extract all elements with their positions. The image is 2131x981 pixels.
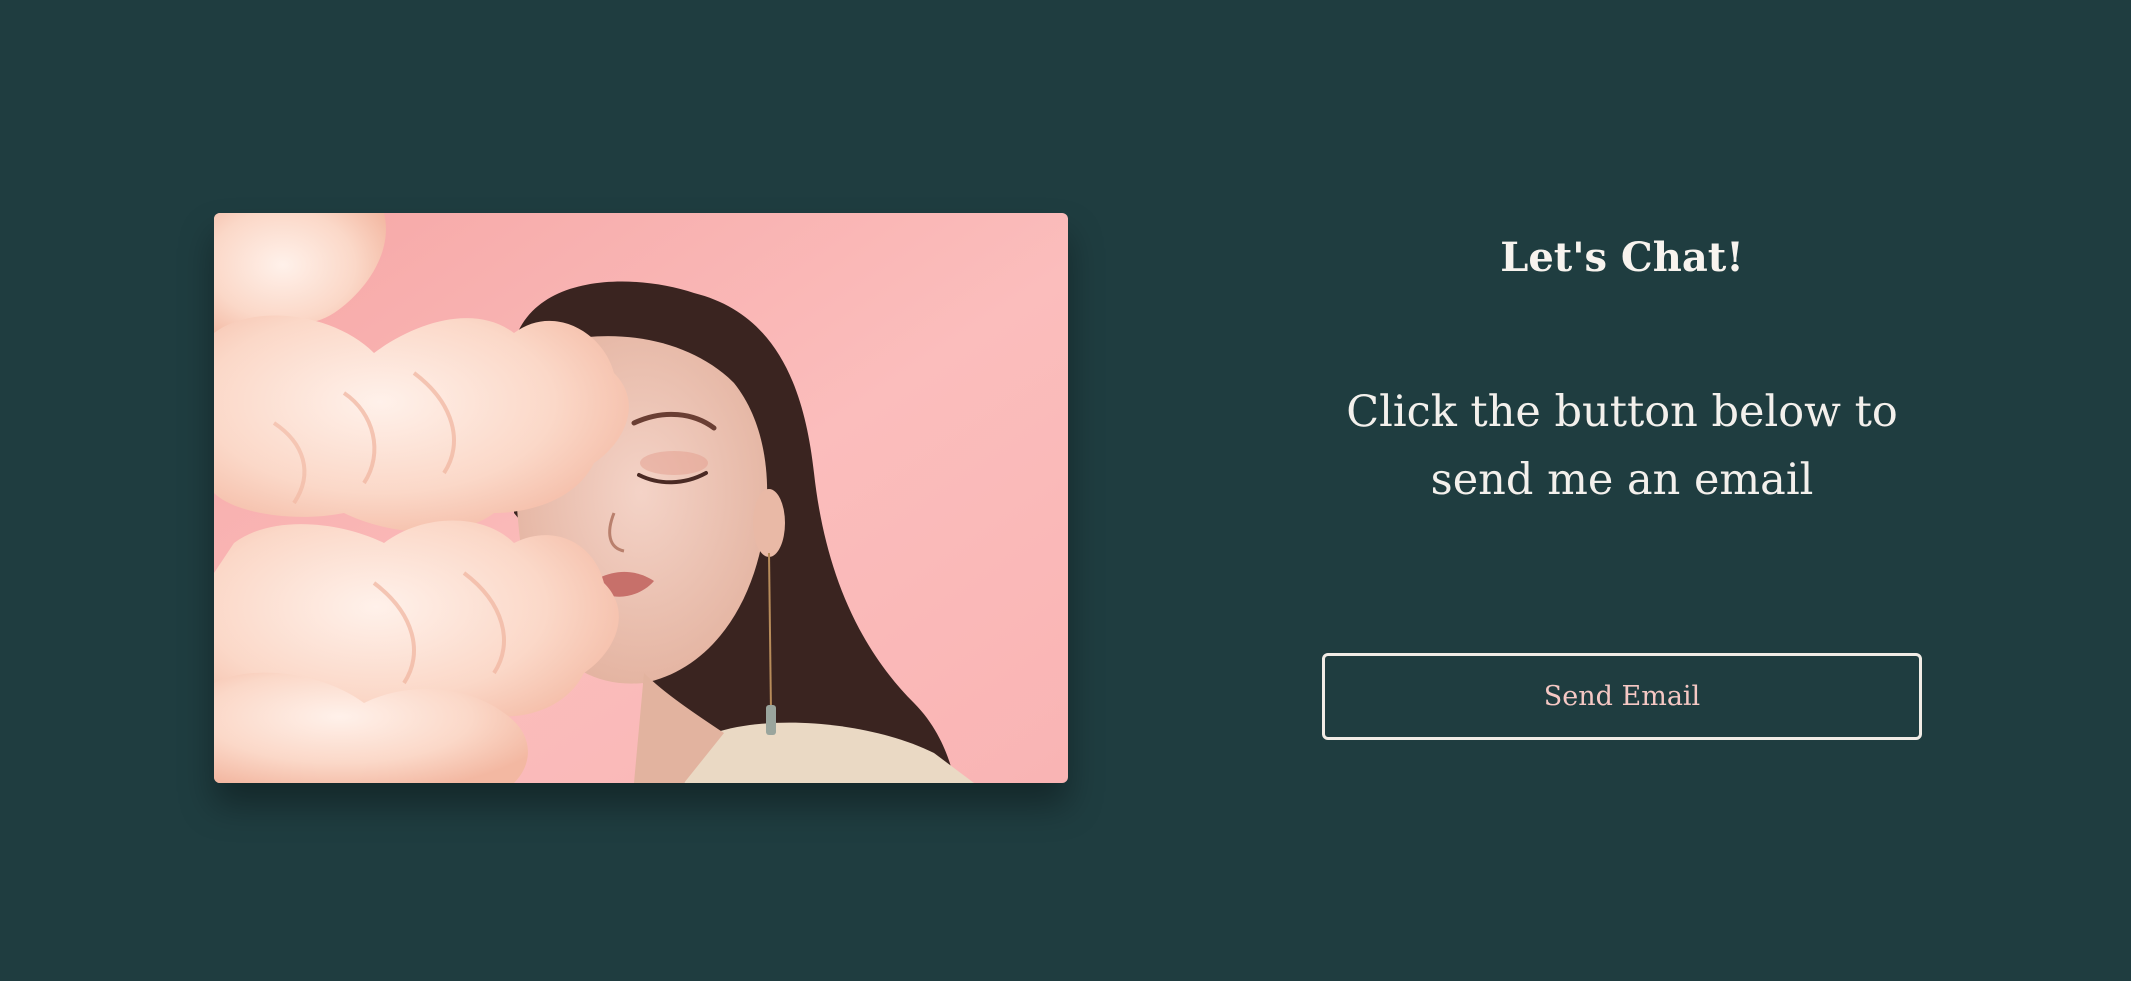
send-email-button[interactable]: Send Email xyxy=(1322,653,1922,740)
contact-panel: Let's Chat! Click the button below to se… xyxy=(1322,230,1922,514)
hero-photo xyxy=(214,213,1068,783)
contact-description: Click the button below to send me an ema… xyxy=(1346,387,1898,505)
contact-heading: Let's Chat! xyxy=(1500,234,1744,281)
portrait-image xyxy=(214,213,1068,783)
